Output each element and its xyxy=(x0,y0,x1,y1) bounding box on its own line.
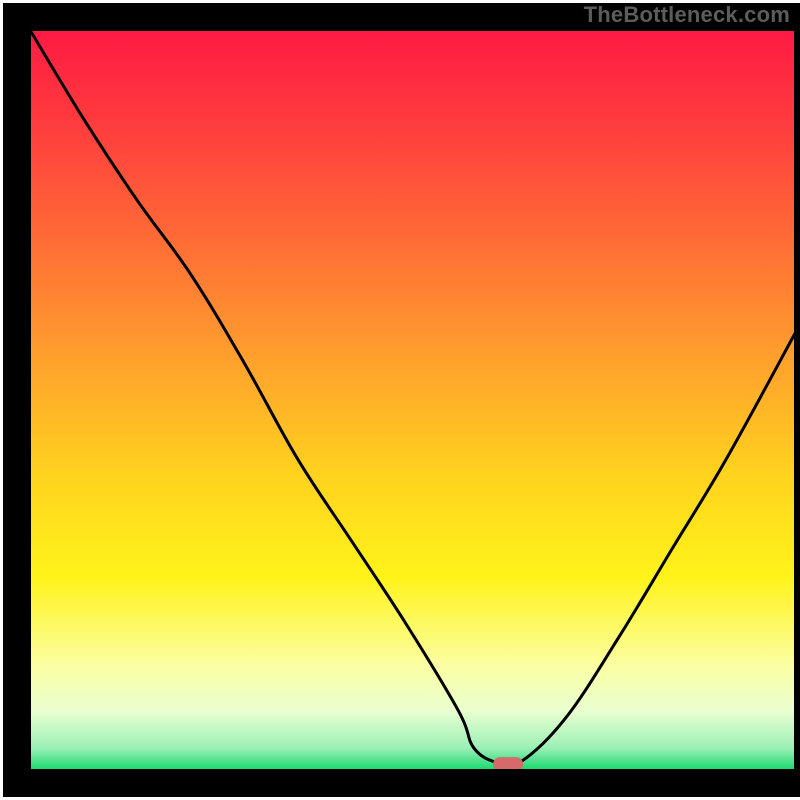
bottleneck-chart xyxy=(0,0,800,800)
watermark-text: TheBottleneck.com xyxy=(584,2,790,28)
optimum-marker xyxy=(493,757,523,771)
chart-container: TheBottleneck.com xyxy=(0,0,800,800)
plot-area-gradient xyxy=(30,30,795,770)
